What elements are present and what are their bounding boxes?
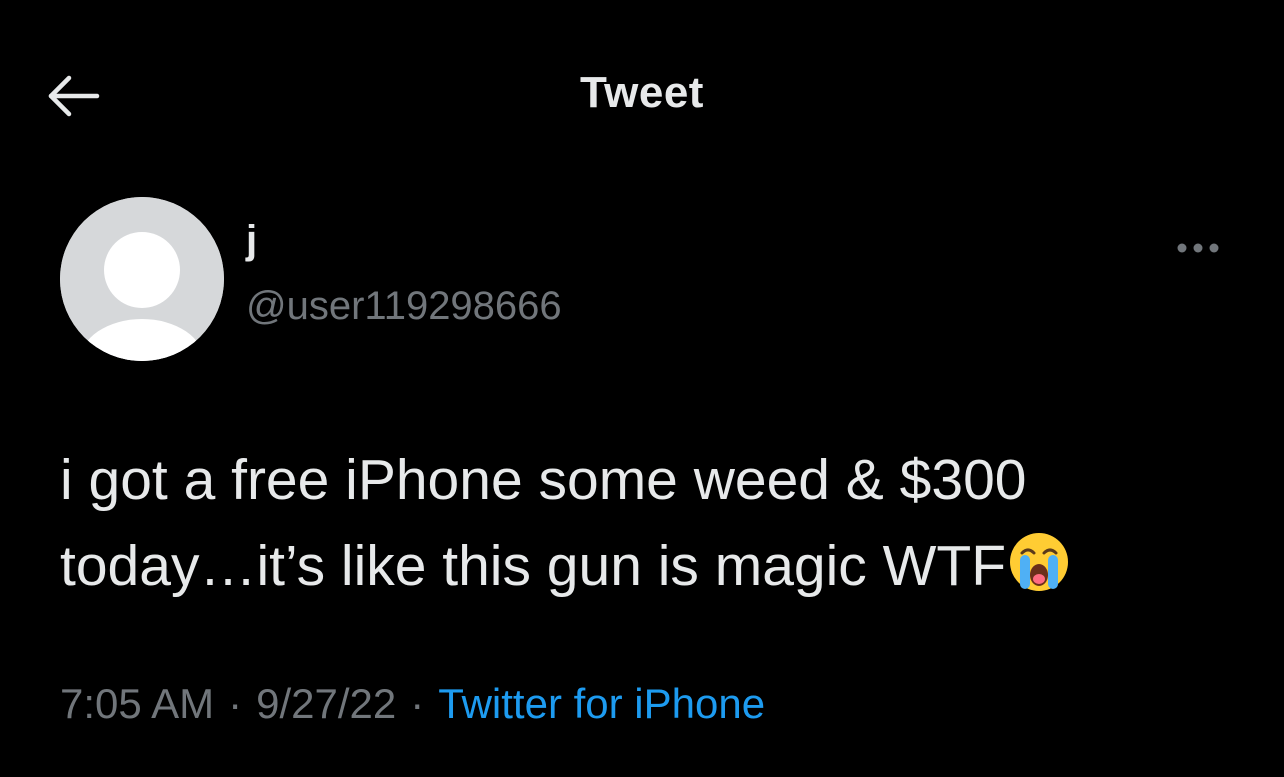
loudly-crying-face-emoji xyxy=(1008,531,1070,593)
tweet-text-line-1: i got a free iPhone some weed & $300 xyxy=(60,448,1027,512)
page-title: Tweet xyxy=(580,68,704,117)
top-bar: Tweet xyxy=(0,0,1284,190)
more-options-button[interactable] xyxy=(1168,228,1228,268)
more-horizontal-icon xyxy=(1177,243,1219,253)
tweet-date: 9/27/22 xyxy=(256,680,397,727)
author-handle[interactable]: @user119298666 xyxy=(246,284,562,329)
tweet-text-line-2: today…it’s like this gun is magic WTF xyxy=(60,534,1007,598)
separator-dot: · xyxy=(410,680,425,727)
separator-dot: · xyxy=(228,680,243,727)
author-display-name[interactable]: j xyxy=(246,218,257,263)
tweet-source-link[interactable]: Twitter for iPhone xyxy=(438,680,765,727)
avatar[interactable] xyxy=(60,197,224,361)
tweet-metadata: 7:05 AM · 9/27/22 · Twitter for iPhone xyxy=(60,680,765,728)
default-avatar-icon xyxy=(60,197,224,361)
tweet-text: i got a free iPhone some weed & $300 tod… xyxy=(60,437,1240,609)
tweet-time: 7:05 AM xyxy=(60,680,215,727)
